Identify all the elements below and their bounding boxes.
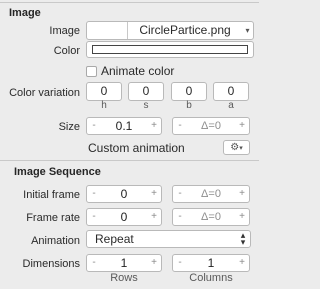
decrement-button[interactable]: - <box>87 255 101 271</box>
channel-b-label: b <box>186 100 192 111</box>
animation-value: Repeat <box>95 232 134 246</box>
image-picker[interactable]: CirclePartice.png ▾ <box>86 21 254 40</box>
increment-button[interactable]: + <box>147 118 161 134</box>
image-filename: CirclePartice.png <box>139 23 231 37</box>
rows-stepper[interactable]: - 1 + <box>86 254 162 272</box>
size-delta-stepper[interactable]: - Δ=0 + <box>172 117 250 135</box>
animation-label: Animation <box>31 235 80 247</box>
gear-action-button[interactable]: ⚙ ▾ <box>223 140 250 155</box>
animate-color-checkbox[interactable] <box>86 66 97 77</box>
columns-caption: Columns <box>189 272 233 284</box>
increment-button[interactable]: + <box>235 186 249 202</box>
size-delta-value[interactable]: Δ=0 <box>187 118 235 134</box>
color-well[interactable] <box>86 41 254 58</box>
size-stepper[interactable]: - 0.1 + <box>86 117 162 135</box>
frame-rate-stepper[interactable]: - 0 + <box>86 208 162 226</box>
color-variation-h-field[interactable]: 0 <box>86 82 122 101</box>
decrement-button[interactable]: - <box>173 118 187 134</box>
custom-animation-label: Custom animation <box>88 141 185 155</box>
initial-frame-label: Initial frame <box>23 189 80 201</box>
decrement-button[interactable]: - <box>173 255 187 271</box>
decrement-button[interactable]: - <box>173 209 187 225</box>
rows-caption: Rows <box>110 272 138 284</box>
color-variation-label: Color variation <box>9 87 80 99</box>
gear-icon: ⚙ <box>230 142 240 153</box>
decrement-button[interactable]: - <box>87 186 101 202</box>
increment-button[interactable]: + <box>235 209 249 225</box>
animate-color-label: Animate color <box>101 64 175 78</box>
chevron-down-icon: ▾ <box>239 144 243 152</box>
color-variation-b-field[interactable]: 0 <box>171 82 207 101</box>
frame-rate-delta-stepper[interactable]: - Δ=0 + <box>172 208 250 226</box>
rows-value[interactable]: 1 <box>101 255 147 271</box>
columns-value[interactable]: 1 <box>187 255 235 271</box>
color-swatch <box>92 45 248 54</box>
size-label: Size <box>58 121 80 133</box>
image-sequence-title: Image Sequence <box>14 166 101 178</box>
chevron-down-icon: ▾ <box>245 26 250 35</box>
increment-button[interactable]: + <box>147 209 161 225</box>
dimensions-label: Dimensions <box>22 258 80 270</box>
initial-frame-value[interactable]: 0 <box>101 186 147 202</box>
decrement-button[interactable]: - <box>87 209 101 225</box>
columns-stepper[interactable]: - 1 + <box>172 254 250 272</box>
initial-frame-stepper[interactable]: - 0 + <box>86 185 162 203</box>
up-down-chevron-icon: ▴ ▾ <box>240 230 246 247</box>
image-thumbnail <box>87 22 128 39</box>
frame-rate-label: Frame rate <box>26 212 80 224</box>
color-variation-a-field[interactable]: 0 <box>213 82 249 101</box>
increment-button[interactable]: + <box>235 118 249 134</box>
frame-rate-delta-value[interactable]: Δ=0 <box>187 209 235 225</box>
frame-rate-value[interactable]: 0 <box>101 209 147 225</box>
increment-button[interactable]: + <box>235 255 249 271</box>
animation-popup[interactable]: Repeat ▴ ▾ <box>86 230 251 248</box>
initial-frame-delta-value[interactable]: Δ=0 <box>187 186 235 202</box>
channel-s-label: s <box>143 100 149 111</box>
top-divider <box>0 2 259 3</box>
initial-frame-delta-stepper[interactable]: - Δ=0 + <box>172 185 250 203</box>
image-label: Image <box>49 25 80 37</box>
size-value[interactable]: 0.1 <box>101 118 147 134</box>
increment-button[interactable]: + <box>147 255 161 271</box>
color-variation-s-field[interactable]: 0 <box>128 82 164 101</box>
color-label: Color <box>53 45 80 57</box>
increment-button[interactable]: + <box>147 186 161 202</box>
section-divider <box>0 160 259 161</box>
decrement-button[interactable]: - <box>87 118 101 134</box>
channel-h-label: h <box>101 100 107 111</box>
decrement-button[interactable]: - <box>173 186 187 202</box>
channel-a-label: a <box>228 100 234 111</box>
image-section-title: Image <box>9 7 41 19</box>
